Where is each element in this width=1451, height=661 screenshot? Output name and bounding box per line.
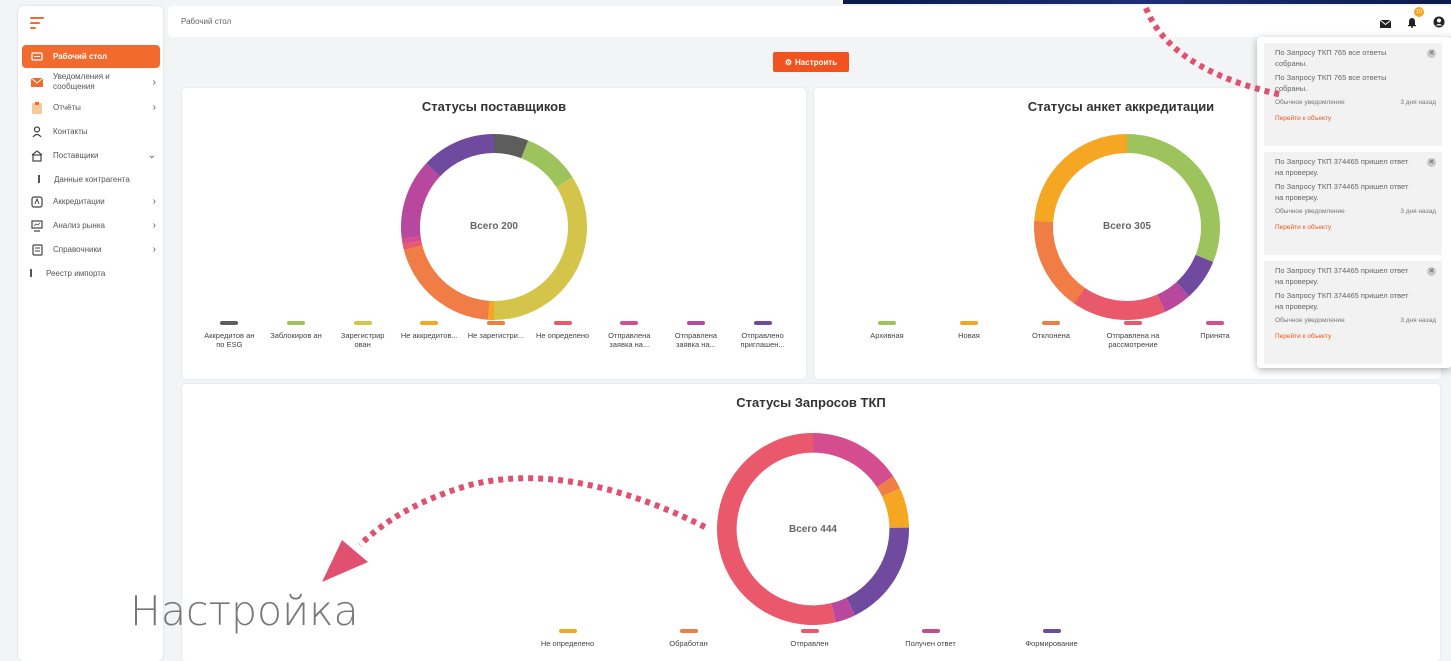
annotation-arrow-bottom	[357, 475, 707, 548]
annotation-arrows	[322, 6, 1283, 582]
arrowhead-icon	[322, 540, 368, 582]
overlay-caption: Настройка	[130, 587, 359, 635]
annotation-arrow-top	[1143, 6, 1283, 98]
